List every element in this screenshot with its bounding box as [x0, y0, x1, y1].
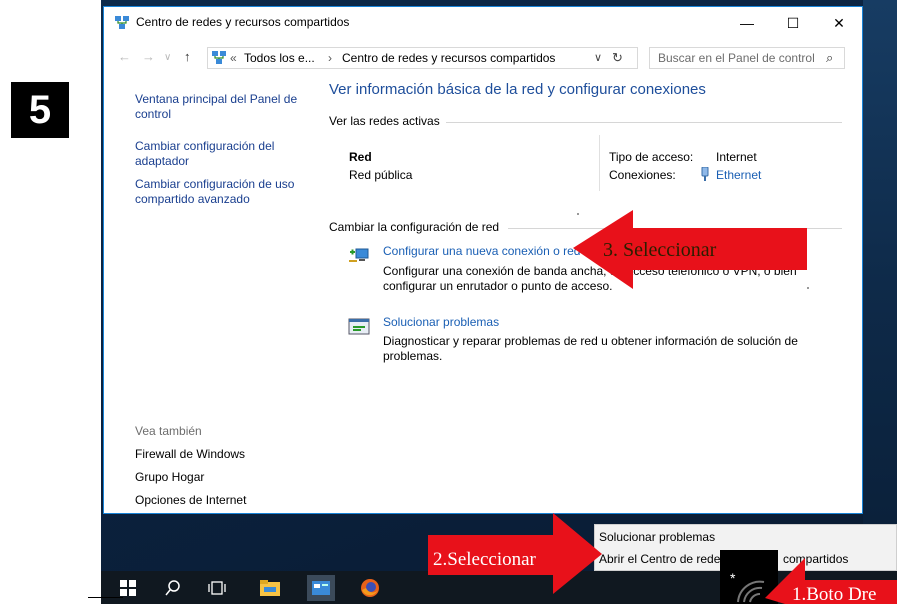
window-title: Centro de redes y recursos compartidos: [136, 15, 350, 29]
network-center-icon: [212, 51, 226, 64]
task-view-icon[interactable]: [206, 577, 228, 599]
file-explorer-icon[interactable]: [259, 577, 281, 599]
address-bar[interactable]: « Todos los e... › Centro de redes y rec…: [207, 47, 638, 69]
troubleshoot-description: Diagnosticar y reparar problemas de red …: [383, 334, 798, 363]
section-divider: [442, 122, 842, 123]
vertical-divider: [599, 135, 600, 191]
desktop-edge: [863, 0, 897, 571]
left-link-advanced-sharing[interactable]: Cambiar configuración de uso compartido …: [135, 177, 310, 207]
step-number-badge: 5: [11, 82, 69, 138]
maximize-button[interactable]: ☐: [770, 7, 816, 39]
connections-label: Conexiones:: [609, 168, 676, 182]
address-dropdown-icon[interactable]: ∨: [594, 51, 602, 64]
refresh-icon[interactable]: ↻: [612, 50, 623, 66]
firefox-icon[interactable]: [359, 577, 381, 599]
navigation-bar: ← → ∨ ↑ « Todos los e... › Centro de red…: [104, 45, 862, 71]
context-open-network-center[interactable]: Abrir el Centro de redes: [599, 552, 726, 566]
network-type[interactable]: Red pública: [349, 168, 412, 182]
left-link-control-panel-home[interactable]: Ventana principal del Panel de control: [135, 92, 305, 122]
step3-label: 3. Seleccionar: [603, 239, 717, 261]
breadcrumb-network-center[interactable]: Centro de redes y recursos compartidos: [342, 51, 555, 65]
see-also-homegroup[interactable]: Grupo Hogar: [135, 470, 204, 484]
page-title: Ver información básica de la red y confi…: [329, 81, 706, 98]
access-type-label: Tipo de acceso:: [609, 150, 694, 164]
ethernet-link[interactable]: Ethernet: [716, 168, 761, 182]
close-button[interactable]: ✕: [816, 7, 862, 39]
see-also-firewall[interactable]: Firewall de Windows: [135, 447, 245, 461]
step1-label: 1.Boto Dre: [792, 584, 877, 605]
change-settings-label: Cambiar la configuración de red: [329, 220, 506, 234]
caption-underline: [88, 597, 123, 598]
search-placeholder: Buscar en el Panel de control: [658, 51, 815, 65]
forward-arrow-icon[interactable]: →: [142, 49, 155, 64]
title-bar[interactable]: Centro de redes y recursos compartidos —…: [104, 7, 862, 39]
network-center-icon: [115, 16, 129, 29]
context-troubleshoot[interactable]: Solucionar problemas: [599, 530, 715, 544]
active-networks-label: Ver las redes activas: [329, 114, 446, 128]
troubleshoot-icon: [348, 318, 370, 335]
access-type-value: Internet: [716, 150, 757, 164]
back-arrow-icon[interactable]: ←: [118, 49, 131, 64]
wifi-tray-icon[interactable]: [736, 578, 766, 604]
recent-locations-chevron-icon[interactable]: ∨: [164, 52, 171, 63]
breadcrumb-overflow-icon[interactable]: «: [230, 51, 237, 65]
tray-network-star-icon: *: [730, 570, 736, 586]
windows-start-icon[interactable]: [117, 577, 139, 599]
minimize-button[interactable]: —: [724, 7, 770, 39]
search-icon[interactable]: ⌕: [826, 50, 833, 66]
network-name: Red: [349, 150, 372, 164]
search-input[interactable]: Buscar en el Panel de control ⌕: [649, 47, 845, 69]
see-also-internet-options[interactable]: Opciones de Internet: [135, 493, 246, 507]
new-connection-link[interactable]: Configurar una nueva conexión o red: [383, 244, 580, 258]
left-link-change-adapter-settings[interactable]: Cambiar configuración del adaptador: [135, 139, 305, 169]
new-connection-icon: [349, 248, 369, 262]
see-also-heading: Vea también: [135, 424, 202, 438]
breadcrumb-all-items[interactable]: Todos los e...: [244, 51, 315, 65]
troubleshoot-link[interactable]: Solucionar problemas: [383, 315, 499, 329]
search-icon[interactable]: [162, 577, 184, 599]
breadcrumb-separator-icon[interactable]: ›: [328, 51, 332, 65]
step2-label: 2.Seleccionar: [433, 549, 536, 570]
up-arrow-icon[interactable]: ↑: [184, 49, 191, 64]
control-panel-icon[interactable]: [307, 575, 335, 601]
ethernet-icon: [701, 167, 709, 181]
